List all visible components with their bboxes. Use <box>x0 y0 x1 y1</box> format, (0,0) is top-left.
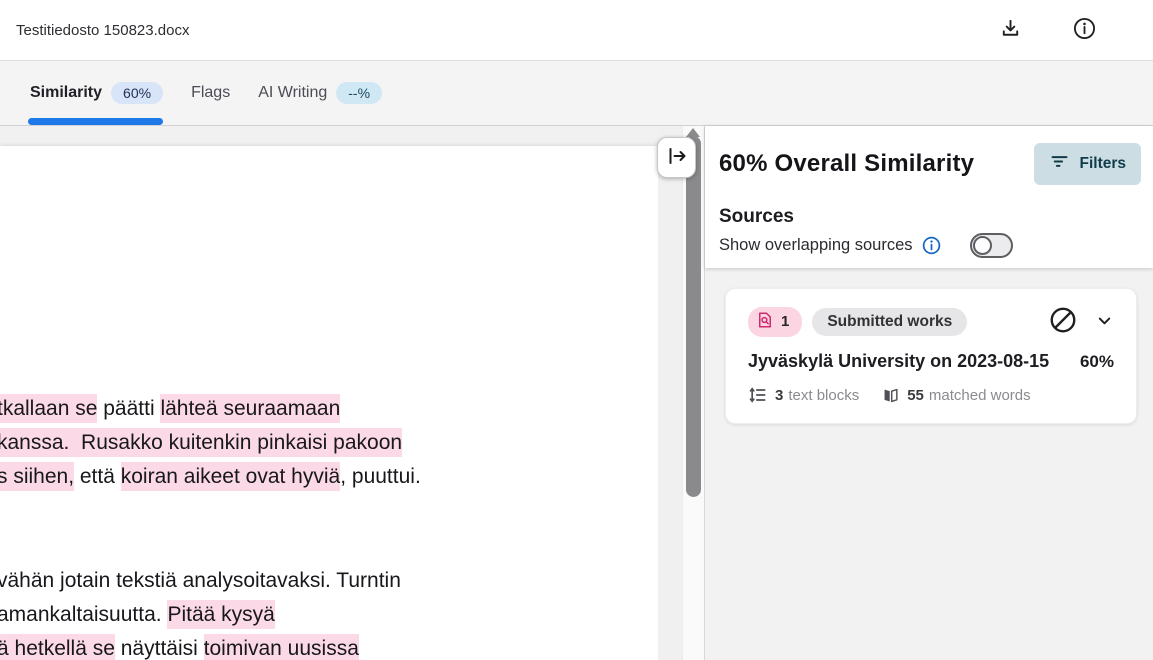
show-overlapping-toggle[interactable] <box>970 233 1013 258</box>
collapse-panel-button[interactable] <box>657 137 696 178</box>
matched-words-label: matched words <box>929 387 1031 404</box>
overlapping-sources-row: Show overlapping sources <box>719 233 1141 258</box>
top-bar: Testitiedosto 150823.docx <box>0 0 1153 61</box>
tab-flags[interactable]: Flags <box>191 61 230 125</box>
text-blocks-count: 3 <box>775 387 783 404</box>
panel-header: 60% Overall Similarity Filters Sources <box>705 126 1153 268</box>
viewer-gutter <box>658 126 682 660</box>
source-percent: 60% <box>1080 352 1114 372</box>
document-scrollbar[interactable] <box>682 126 704 660</box>
scrollbar-thumb[interactable] <box>686 136 701 497</box>
source-type-chip: Submitted works <box>812 308 967 336</box>
tab-ai-writing-label: AI Writing <box>258 84 327 102</box>
similarity-report-window: Testitiedosto 150823.docx <box>0 0 1153 660</box>
matched-words-count: 55 <box>907 387 924 404</box>
source-title: Jyväskylä University on 2023-08-15 <box>748 351 1049 372</box>
tab-flags-label: Flags <box>191 84 230 102</box>
tab-ai-writing[interactable]: AI Writing --% <box>258 61 382 125</box>
tab-similarity-label: Similarity <box>30 84 102 102</box>
toggle-knob <box>973 236 992 255</box>
sources-heading: Sources <box>719 206 1141 228</box>
top-bar-actions <box>999 16 1097 44</box>
info-circle-blue-icon[interactable] <box>921 235 942 256</box>
active-tab-indicator <box>28 118 163 125</box>
filter-lines-icon <box>1049 151 1070 177</box>
text-blocks-lines-icon <box>748 385 768 405</box>
document-title: Testitiedosto 150823.docx <box>16 22 189 39</box>
document-paragraph: tkallaan se päätti lähteä seuraamaankans… <box>0 392 650 494</box>
document-search-icon <box>756 311 774 333</box>
collapse-panel-arrow-icon <box>665 144 689 171</box>
filters-button[interactable]: Filters <box>1034 143 1141 185</box>
matched-pages-icon <box>881 386 900 405</box>
overlap-toggle-label: Show overlapping sources <box>719 236 913 255</box>
info-circle-icon <box>1072 16 1097 44</box>
info-button[interactable] <box>1072 16 1097 44</box>
source-number-badge: 1 <box>748 307 802 337</box>
similarity-panel: 60% Overall Similarity Filters Sources <box>704 126 1153 660</box>
chevron-down-icon <box>1095 311 1114 333</box>
expand-source-button[interactable] <box>1095 311 1114 333</box>
document-page: tkallaan se päätti lähteä seuraamaankans… <box>0 146 658 660</box>
similarity-score-badge: 60% <box>111 82 163 104</box>
report-tabs: Similarity 60% Flags AI Writing --% <box>0 61 1153 126</box>
download-icon <box>999 17 1022 43</box>
ai-writing-score-badge: --% <box>336 82 382 104</box>
exclude-source-button[interactable] <box>1048 305 1078 338</box>
overall-similarity-title: 60% Overall Similarity <box>719 150 974 178</box>
document-paragraph: vähän jotain tekstiä analysoitavaksi. Tu… <box>0 564 650 660</box>
sources-list: 1 Submitted works <box>705 268 1153 660</box>
tab-similarity[interactable]: Similarity 60% <box>30 61 163 125</box>
filters-button-label: Filters <box>1079 155 1126 173</box>
source-number: 1 <box>781 313 789 330</box>
download-button[interactable] <box>999 17 1022 43</box>
source-card[interactable]: 1 Submitted works <box>725 288 1137 424</box>
text-blocks-label: text blocks <box>788 387 859 404</box>
main-content: tkallaan se päätti lähteä seuraamaankans… <box>0 126 1153 660</box>
document-viewer: tkallaan se päätti lähteä seuraamaankans… <box>0 126 658 660</box>
exclude-slash-circle-icon <box>1048 305 1078 338</box>
